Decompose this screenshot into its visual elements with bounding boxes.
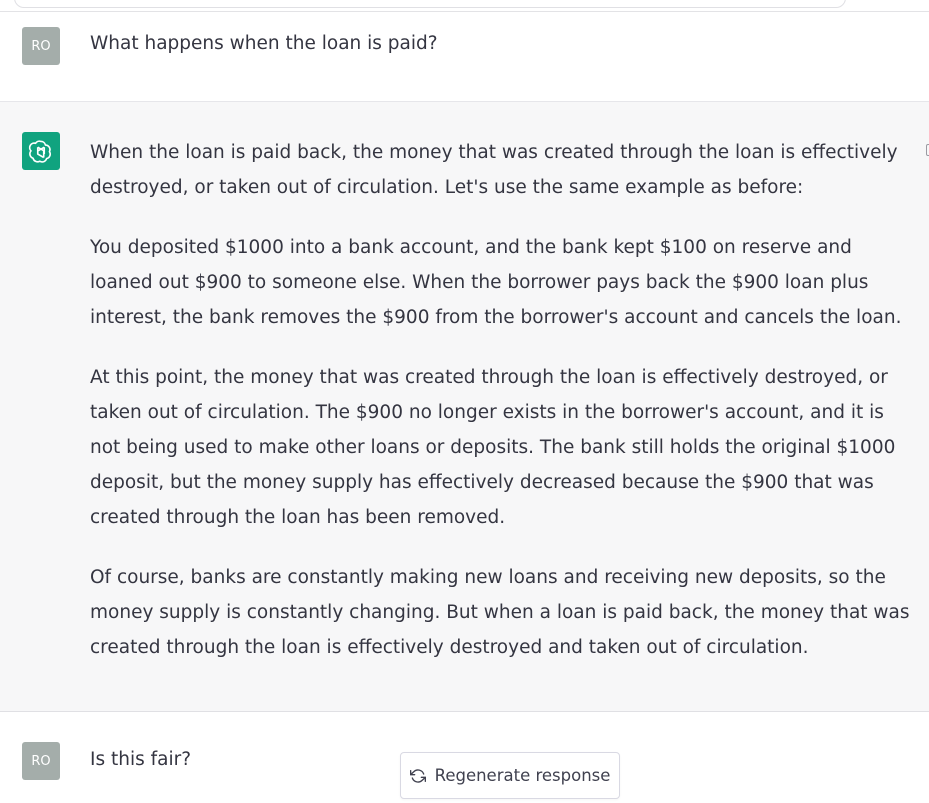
assistant-message: When the loan is paid back, the money th… [0, 102, 929, 712]
top-bar-remnant [14, 0, 846, 8]
assistant-paragraph: Of course, banks are constantly making n… [90, 567, 910, 658]
user-avatar: RO [22, 742, 60, 780]
top-input-edge [0, 0, 929, 12]
user-message: RO What happens when the loan is paid? [0, 12, 929, 102]
openai-logo-icon [22, 132, 60, 170]
assistant-paragraph: At this point, the money that was create… [90, 367, 896, 528]
user-avatar: RO [22, 27, 60, 65]
refresh-icon [409, 768, 426, 784]
user-avatar-initials: RO [31, 753, 51, 769]
user-message-text: What happens when the loan is paid? [90, 33, 438, 54]
regenerate-response-button[interactable]: Regenerate response [400, 752, 620, 799]
assistant-message-text: When the loan is paid back, the money th… [90, 135, 912, 690]
user-avatar-initials: RO [31, 38, 51, 54]
assistant-paragraph: When the loan is paid back, the money th… [90, 142, 898, 198]
assistant-paragraph: You deposited $1000 into a bank account,… [90, 237, 902, 328]
regenerate-label: Regenerate response [434, 766, 611, 785]
